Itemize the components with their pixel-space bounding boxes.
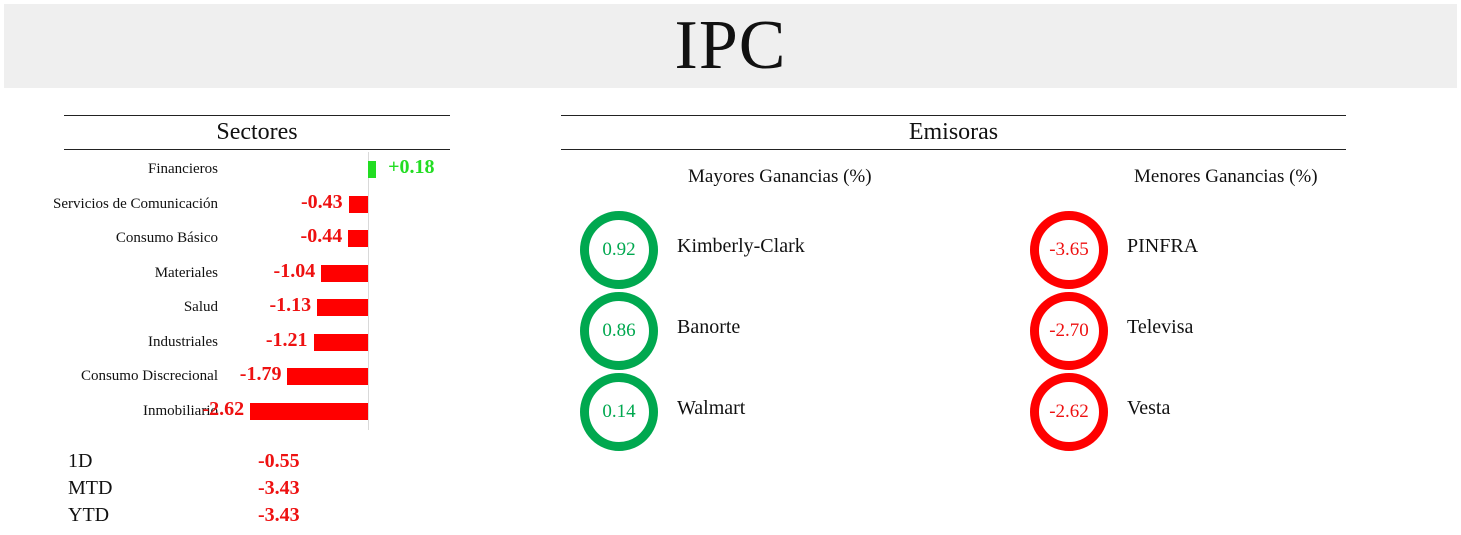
stat-row-1d: 1D -0.55 xyxy=(68,450,328,477)
sector-value-label: -2.62 xyxy=(202,397,245,420)
sector-row: Consumo Básico -0.44 xyxy=(20,221,460,255)
loser-value-ring: -2.70 xyxy=(1030,292,1108,370)
sector-value-label: -1.79 xyxy=(239,363,282,385)
header-banner: IPC xyxy=(4,4,1457,88)
gainer-value-ring: 0.86 xyxy=(580,292,658,370)
loser-value-ring: -2.62 xyxy=(1030,373,1108,451)
sector-value-label: -0.43 xyxy=(300,190,343,213)
stat-label: MTD xyxy=(68,477,113,499)
loser-name: PINFRA xyxy=(1127,235,1199,257)
emisoras-title: Emisoras xyxy=(561,115,1346,150)
sector-row: Industriales -1.21 xyxy=(20,325,460,359)
sector-bar xyxy=(348,195,368,213)
gainer-name: Banorte xyxy=(677,316,741,338)
sector-bar xyxy=(313,333,368,351)
sector-value-label: -1.13 xyxy=(269,294,312,316)
sector-label: Industriales xyxy=(148,333,218,350)
sector-value-label: -1.04 xyxy=(273,259,316,282)
sector-label: Financieros xyxy=(148,161,218,177)
sector-bar xyxy=(321,264,368,282)
loser-name: Vesta xyxy=(1127,397,1171,419)
performance-stats: 1D -0.55 MTD -3.43 YTD -3.43 xyxy=(68,450,328,531)
loser-name: Televisa xyxy=(1127,316,1194,338)
sector-bar xyxy=(287,368,368,385)
sector-row: Inmobiliario -2.62 xyxy=(20,394,460,428)
loser-value-ring: -3.65 xyxy=(1030,211,1108,289)
gainer-name: Kimberly-Clark xyxy=(677,235,805,257)
sector-bar xyxy=(368,161,377,178)
stat-row-mtd: MTD -3.43 xyxy=(68,477,328,504)
sector-row: Salud -1.13 xyxy=(20,290,460,324)
sector-row: Financieros +0.18 xyxy=(20,152,460,186)
sector-value-label: -1.21 xyxy=(265,328,308,351)
sector-row: Servicios de Comunicación -0.43 xyxy=(20,187,460,221)
sector-label: Consumo Básico xyxy=(115,230,218,246)
gainer-name: Walmart xyxy=(677,397,746,419)
losers-title: Menores Ganancias (%) xyxy=(1134,166,1318,187)
stat-label: YTD xyxy=(68,504,110,526)
sector-bar-chart: Financieros +0.18 Servicios de Comunicació… xyxy=(20,152,460,430)
sector-label: Materiales xyxy=(154,264,218,281)
gainers-title: Mayores Ganancias (%) xyxy=(688,166,872,187)
sector-bar xyxy=(317,299,368,316)
stat-row-ytd: YTD -3.43 xyxy=(68,504,328,531)
sector-bar xyxy=(348,230,368,247)
page-title: IPC xyxy=(674,7,787,84)
stat-value: -0.55 xyxy=(258,450,300,472)
sector-label: Consumo Discrecional xyxy=(80,368,218,384)
sectores-title: Sectores xyxy=(64,115,450,150)
sector-value-label: +0.18 xyxy=(388,156,435,178)
stat-value: -3.43 xyxy=(258,504,300,526)
sector-value-label: -0.44 xyxy=(300,225,343,247)
stat-label: 1D xyxy=(68,450,93,472)
sector-label: Servicios de Comunicación xyxy=(53,195,218,212)
sector-row: Materiales -1.04 xyxy=(20,256,460,290)
gainer-value-ring: 0.14 xyxy=(580,373,658,451)
sector-bar xyxy=(250,402,368,420)
sector-row: Consumo Discrecional -1.79 xyxy=(20,359,460,393)
sector-label: Salud xyxy=(183,299,218,315)
stat-value: -3.43 xyxy=(258,477,300,499)
gainer-value-ring: 0.92 xyxy=(580,211,658,289)
